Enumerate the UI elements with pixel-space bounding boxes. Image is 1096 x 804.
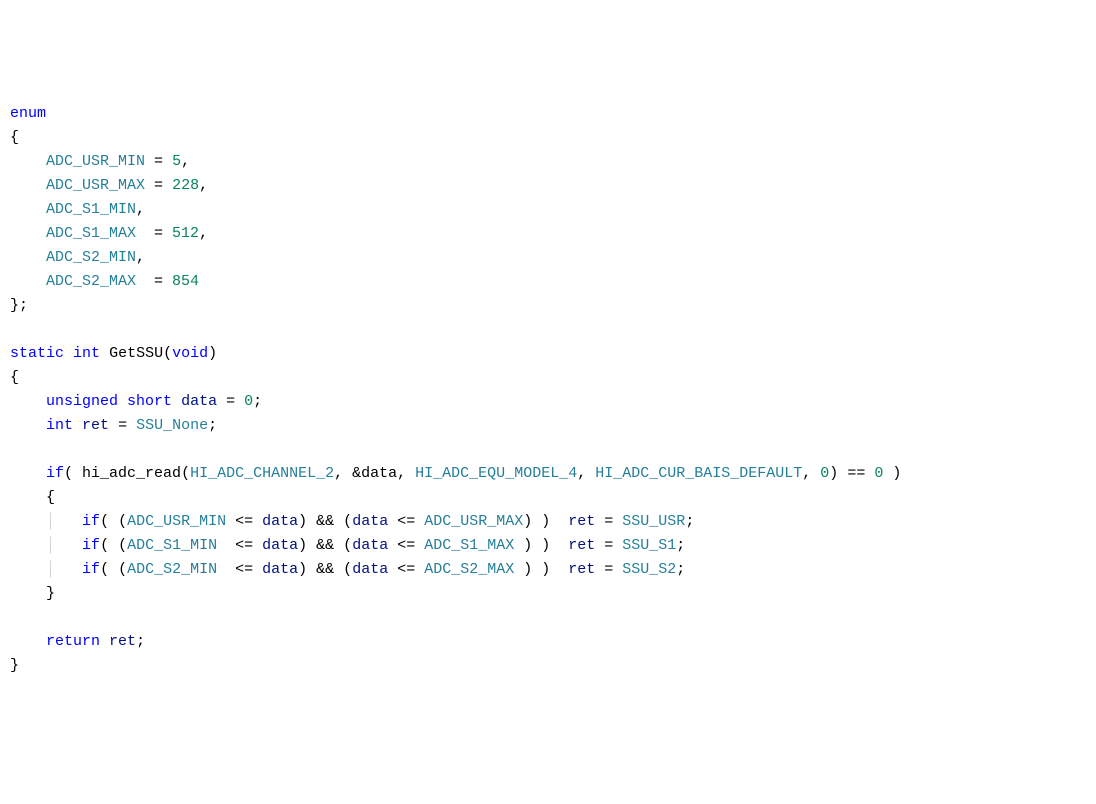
op-le: <= xyxy=(388,561,424,578)
num-zero: 0 xyxy=(244,393,253,410)
paren-close: ) xyxy=(208,345,217,362)
keyword-unsigned: unsigned xyxy=(46,393,118,410)
enum-id: ADC_S1_MIN xyxy=(46,201,136,218)
op-eq: = xyxy=(136,225,172,242)
op-eq: = xyxy=(109,417,136,434)
const-hi-bais: HI_ADC_CUR_BAIS_DEFAULT xyxy=(595,465,802,482)
enum-id: ADC_S2_MAX xyxy=(46,273,136,290)
brace-close: }; xyxy=(10,297,28,314)
op-eq: = xyxy=(217,393,244,410)
keyword-if: if xyxy=(82,561,100,578)
comma: , xyxy=(181,153,190,170)
var-ret: ret xyxy=(568,513,595,530)
code-block: enum { ADC_USR_MIN = 5, ADC_USR_MAX = 22… xyxy=(10,102,1086,678)
enum-id: ADC_S2_MIN xyxy=(46,249,136,266)
const-s2-max: ADC_S2_MAX xyxy=(424,561,514,578)
enum-val: 5 xyxy=(172,153,181,170)
comma: , xyxy=(136,249,145,266)
semicolon: ; xyxy=(136,633,145,650)
const-s1-max: ADC_S1_MAX xyxy=(424,537,514,554)
brace-open: { xyxy=(10,129,19,146)
op-and: && xyxy=(307,513,343,530)
op-eq: = xyxy=(145,177,172,194)
num-zero: 0 xyxy=(874,465,883,482)
comma: , xyxy=(199,177,208,194)
var-data: data xyxy=(352,537,388,554)
keyword-int: int xyxy=(73,345,100,362)
const-usr-max: ADC_USR_MAX xyxy=(424,513,523,530)
op-le: <= xyxy=(226,513,262,530)
op-le: <= xyxy=(226,537,262,554)
var-ret: ret xyxy=(568,561,595,578)
var-data: data xyxy=(181,393,217,410)
enum-id: ADC_S1_MAX xyxy=(46,225,136,242)
function-name: GetSSU xyxy=(109,345,163,362)
const-usr-min: ADC_USR_MIN xyxy=(127,513,226,530)
keyword-void: void xyxy=(172,345,208,362)
const-s2-min: ADC_S2_MIN xyxy=(127,561,217,578)
num-zero: 0 xyxy=(820,465,829,482)
var-data: data xyxy=(352,561,388,578)
keyword-short: short xyxy=(127,393,172,410)
brace-close: } xyxy=(10,657,19,674)
keyword-enum: enum xyxy=(10,105,46,122)
op-eq: = xyxy=(145,153,172,170)
keyword-if: if xyxy=(82,537,100,554)
brace-open: { xyxy=(46,489,55,506)
var-ret: ret xyxy=(568,537,595,554)
var-data: data xyxy=(262,537,298,554)
fn-hi-adc-read: hi_adc_read xyxy=(82,465,181,482)
op-eq: = xyxy=(136,273,172,290)
op-and: && xyxy=(307,561,343,578)
brace-open: { xyxy=(10,369,19,386)
const-hi-chan: HI_ADC_CHANNEL_2 xyxy=(190,465,334,482)
const-ssu-s1: SSU_S1 xyxy=(622,537,676,554)
const-ssu-s2: SSU_S2 xyxy=(622,561,676,578)
amp-data: &data xyxy=(352,465,397,482)
enum-val: 228 xyxy=(172,177,199,194)
enum-id: ADC_USR_MIN xyxy=(46,153,145,170)
var-ret: ret xyxy=(82,417,109,434)
op-and: && xyxy=(307,537,343,554)
indent-guide: │ xyxy=(46,537,55,554)
var-ret: ret xyxy=(109,633,136,650)
indent-guide: │ xyxy=(46,513,55,530)
keyword-int: int xyxy=(46,417,73,434)
paren-open: ( xyxy=(163,345,172,362)
op-eq: = xyxy=(595,513,622,530)
const-hi-equ: HI_ADC_EQU_MODEL_4 xyxy=(415,465,577,482)
semicolon: ; xyxy=(253,393,262,410)
const-ssu-none: SSU_None xyxy=(136,417,208,434)
const-ssu-usr: SSU_USR xyxy=(622,513,685,530)
op-le: <= xyxy=(388,513,424,530)
semicolon: ; xyxy=(208,417,217,434)
keyword-static: static xyxy=(10,345,64,362)
enum-val: 512 xyxy=(172,225,199,242)
indent-guide: │ xyxy=(46,561,55,578)
comma: , xyxy=(136,201,145,218)
var-data: data xyxy=(352,513,388,530)
brace-close: } xyxy=(46,585,55,602)
keyword-return: return xyxy=(46,633,100,650)
semicolon: ; xyxy=(676,537,685,554)
op-eq: = xyxy=(595,537,622,554)
enum-id: ADC_USR_MAX xyxy=(46,177,145,194)
semicolon: ; xyxy=(685,513,694,530)
keyword-if: if xyxy=(82,513,100,530)
enum-val: 854 xyxy=(172,273,199,290)
op-le: <= xyxy=(226,561,262,578)
op-eqeq: == xyxy=(838,465,874,482)
semicolon: ; xyxy=(676,561,685,578)
keyword-if: if xyxy=(46,465,64,482)
comma: , xyxy=(199,225,208,242)
op-le: <= xyxy=(388,537,424,554)
var-data: data xyxy=(262,561,298,578)
const-s1-min: ADC_S1_MIN xyxy=(127,537,217,554)
var-data: data xyxy=(262,513,298,530)
op-eq: = xyxy=(595,561,622,578)
